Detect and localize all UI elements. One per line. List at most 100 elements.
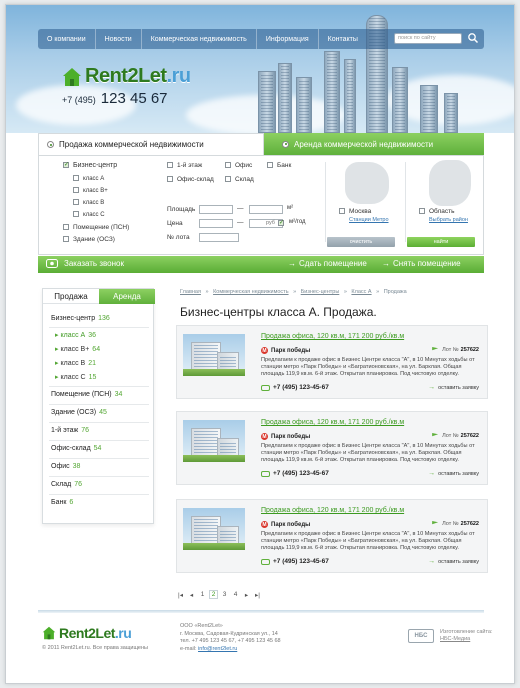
developer-link[interactable]: НБС-Медиа <box>440 636 493 643</box>
checkbox-icon[interactable] <box>63 236 69 242</box>
option-office-warehouse[interactable]: Офис-склад <box>167 176 214 183</box>
tab-commercial-sale[interactable]: Продажа коммерческой недвижимости <box>38 133 264 155</box>
page: О компании Новости Коммерческая недвижим… <box>5 4 515 684</box>
order-call-button[interactable]: Заказать звонок <box>46 259 124 268</box>
leave-request-link[interactable]: → оставить заявку <box>428 558 479 565</box>
search-input[interactable]: поиск по сайту <box>394 33 462 44</box>
nav-commercial[interactable]: Коммерческая недвижимость <box>142 29 257 49</box>
checkbox-icon[interactable] <box>225 162 231 168</box>
sidebar-item-premises[interactable]: Помещение (ПСН) 34 <box>51 391 122 398</box>
skyline-building <box>392 67 408 133</box>
type-class-b-plus[interactable]: класс В+ <box>73 187 108 194</box>
type-class-b[interactable]: класс В <box>73 199 104 206</box>
type-premises[interactable]: Помещение (ПСН) <box>63 224 129 231</box>
checkbox-icon[interactable] <box>73 187 79 193</box>
building-photo[interactable] <box>183 508 245 550</box>
option-office[interactable]: Офис <box>225 162 252 169</box>
checkbox-icon[interactable] <box>419 208 425 214</box>
lease-out-button[interactable]: → Сдать помещение <box>288 259 367 268</box>
price-from-input[interactable] <box>199 219 233 228</box>
region-map-icon[interactable] <box>429 160 471 206</box>
leave-request-link[interactable]: → оставить заявку <box>428 384 479 391</box>
type-class-c[interactable]: класс С <box>73 211 105 218</box>
moscow-option[interactable]: Москва <box>339 208 371 215</box>
currency-select-value[interactable]: руб <box>266 220 275 226</box>
listing-title-link[interactable]: Продажа офиса, 120 кв.м, 171 200 руб./кв… <box>261 419 404 426</box>
sidebar-item-office-warehouse[interactable]: Офис-склад 54 <box>51 445 101 452</box>
sidebar-tab-rent[interactable]: Аренда <box>99 289 155 304</box>
footer-logo[interactable]: Rent2Let.ru <box>42 625 132 641</box>
area-from-input[interactable] <box>199 205 233 214</box>
sidebar-tab-sale[interactable]: Продажа <box>43 289 99 304</box>
checkbox-icon[interactable] <box>63 161 69 168</box>
moscow-map-icon[interactable] <box>345 162 389 204</box>
first-page-icon[interactable]: |◂ <box>176 590 185 599</box>
metro-name: Парк победы <box>271 433 311 440</box>
find-button[interactable]: найти <box>407 237 475 247</box>
breadcrumb-class-a[interactable]: Класс А <box>351 289 371 295</box>
nav-about[interactable]: О компании <box>38 29 96 49</box>
type-building[interactable]: Здание (ОСЗ) <box>63 236 115 243</box>
sidebar-item-class-b[interactable]: ▸ класс В 21 <box>55 359 96 367</box>
search-icon[interactable] <box>467 32 479 44</box>
clear-button[interactable]: очистить <box>327 237 395 247</box>
last-page-icon[interactable]: ▸| <box>253 590 262 599</box>
leave-request-link[interactable]: → оставить заявку <box>428 470 479 477</box>
sidebar-item-office[interactable]: Офис 38 <box>51 463 80 470</box>
sidebar-item-warehouse[interactable]: Склад 76 <box>51 481 82 488</box>
option-label: 1-й этаж <box>177 162 203 169</box>
building-photo[interactable] <box>183 334 245 376</box>
nav-info[interactable]: Информация <box>257 29 319 49</box>
header-phone: +7 (495) 123 45 67 <box>62 90 168 107</box>
checkbox-icon[interactable] <box>225 176 231 182</box>
checkbox-icon[interactable] <box>167 162 173 168</box>
email-link[interactable]: info@rent2let.ru <box>198 646 237 652</box>
lot-label: Лот № <box>442 433 459 439</box>
checkbox-icon[interactable] <box>267 162 273 168</box>
option-bank[interactable]: Банк <box>267 162 291 169</box>
type-class-a[interactable]: класс А <box>73 175 104 182</box>
tab-commercial-rent[interactable]: Аренда коммерческой недвижимости <box>264 133 484 155</box>
breadcrumb-separator: » <box>205 289 209 295</box>
area-to-input[interactable] <box>249 205 283 214</box>
page-link-current[interactable]: 2 <box>209 590 218 599</box>
rent-in-button[interactable]: → Снять помещение <box>382 259 461 268</box>
checkbox-icon[interactable] <box>167 176 173 182</box>
sidebar-item-first-floor[interactable]: 1-й этаж 76 <box>51 427 89 434</box>
lot-label: Лот № <box>442 347 459 353</box>
sidebar-item-class-b-plus[interactable]: ▸ класс В+ 64 <box>55 345 100 353</box>
checkbox-icon[interactable] <box>73 211 79 217</box>
type-business-center[interactable]: Бизнес-центр <box>63 161 117 169</box>
prev-page-icon[interactable]: ◂ <box>187 590 196 599</box>
option-first-floor[interactable]: 1-й этаж <box>167 162 202 169</box>
breadcrumb-business-centers[interactable]: Бизнес-центры <box>301 289 340 295</box>
breadcrumb-commercial[interactable]: Коммерческая недвижимость <box>213 289 289 295</box>
listing-title-link[interactable]: Продажа офиса, 120 кв.м, 171 200 руб./кв… <box>261 507 404 514</box>
listing-title-link[interactable]: Продажа офиса, 120 кв.м, 171 200 руб./кв… <box>261 333 404 340</box>
building-photo[interactable] <box>183 420 245 462</box>
sidebar-item-class-a[interactable]: ▸ класс А 36 <box>55 331 96 339</box>
next-page-icon[interactable]: ▸ <box>242 590 251 599</box>
nav-contacts[interactable]: Контакты <box>319 29 367 49</box>
page-link[interactable]: 4 <box>231 590 240 599</box>
sidebar-item-building[interactable]: Здание (ОСЗ) 45 <box>51 409 107 416</box>
option-warehouse[interactable]: Склад <box>225 176 254 183</box>
breadcrumb-home[interactable]: Главная <box>180 289 201 295</box>
sidebar-item-bank[interactable]: Банк 6 <box>51 499 73 506</box>
sidebar-item-business-center[interactable]: Бизнес-центр 136 <box>51 315 110 322</box>
checkbox-icon[interactable] <box>73 199 79 205</box>
page-link[interactable]: 3 <box>220 590 229 599</box>
checkbox-icon[interactable] <box>339 208 345 214</box>
sidebar-item-class-c[interactable]: ▸ класс С 15 <box>55 373 96 381</box>
currency-dropdown-icon[interactable] <box>278 219 284 226</box>
checkbox-icon[interactable] <box>73 175 79 181</box>
site-logo[interactable]: Rent2Let.ru <box>62 65 191 88</box>
region-option[interactable]: Область <box>419 208 455 215</box>
page-link[interactable]: 1 <box>198 590 207 599</box>
choose-region-link[interactable]: Выбрать район <box>429 217 468 223</box>
lot-input[interactable] <box>199 233 239 242</box>
checkbox-icon[interactable] <box>63 224 69 230</box>
nav-news[interactable]: Новости <box>96 29 142 49</box>
developer-logo[interactable]: НБС <box>408 629 434 643</box>
metro-stations-link[interactable]: Станции Метро <box>349 217 389 223</box>
